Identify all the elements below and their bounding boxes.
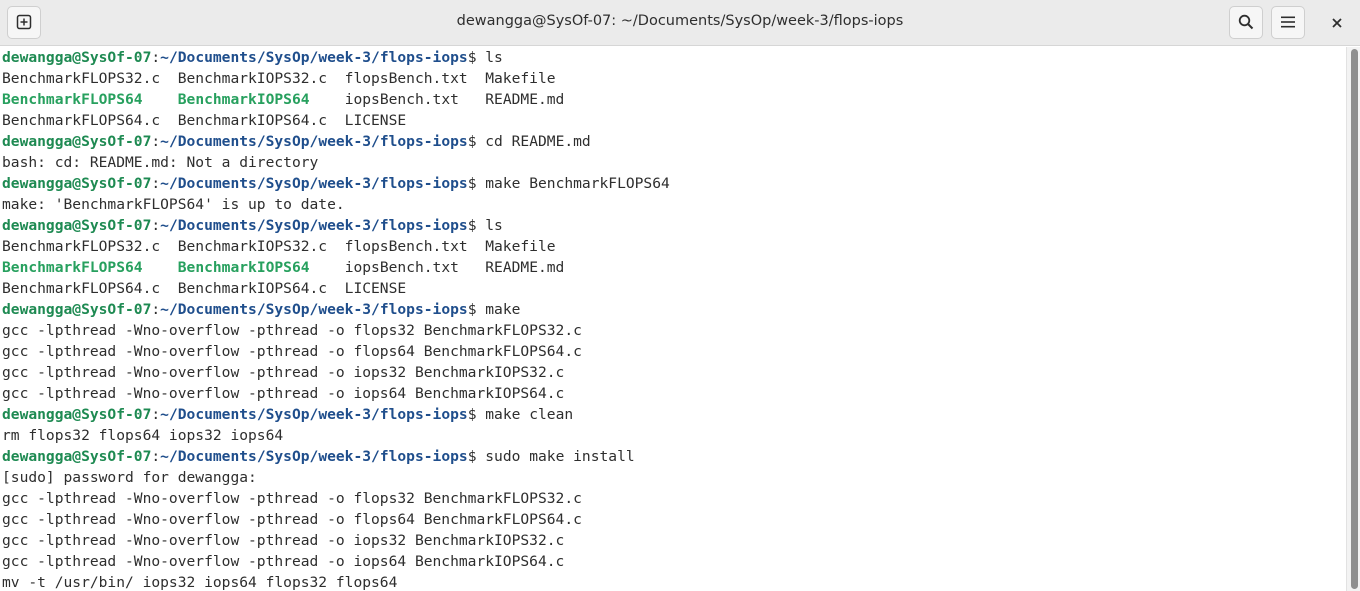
output-text: :: [151, 448, 161, 465]
output-text: $ ls: [467, 49, 503, 66]
prompt-path: ~/Documents/SysOp/week-3/flops-iops: [160, 301, 468, 318]
output-text: :: [151, 175, 161, 192]
output-text: $ sudo make install: [467, 448, 635, 465]
terminal-line: gcc -lpthread -Wno-overflow -pthread -o …: [0, 341, 1346, 362]
output-text: :: [151, 301, 161, 318]
output-text: bash: cd: README.md: Not a directory: [2, 154, 319, 171]
output-text: :: [151, 49, 161, 66]
prompt-path: ~/Documents/SysOp/week-3/flops-iops: [160, 49, 468, 66]
output-text: rm flops32 flops64 iops32 iops64: [2, 427, 284, 444]
terminal-line: mv -t /usr/bin/ iops32 iops64 flops32 fl…: [0, 572, 1346, 591]
terminal-line: gcc -lpthread -Wno-overflow -pthread -o …: [0, 320, 1346, 341]
terminal-line: gcc -lpthread -Wno-overflow -pthread -o …: [0, 383, 1346, 404]
output-text: BenchmarkFLOPS32.c BenchmarkIOPS32.c flo…: [2, 70, 556, 87]
prompt-path: ~/Documents/SysOp/week-3/flops-iops: [160, 133, 468, 150]
prompt-user-host: dewangga@SysOf-07: [2, 133, 152, 150]
output-text: $ make BenchmarkFLOPS64: [467, 175, 670, 192]
executable-filename: BenchmarkIOPS64: [177, 259, 310, 276]
prompt-path: ~/Documents/SysOp/week-3/flops-iops: [160, 217, 468, 234]
output-text: iopsBench.txt README.md: [309, 91, 565, 108]
terminal-line: [sudo] password for dewangga:: [0, 467, 1346, 488]
terminal-line: gcc -lpthread -Wno-overflow -pthread -o …: [0, 551, 1346, 572]
search-icon: [1238, 14, 1254, 30]
terminal-line: gcc -lpthread -Wno-overflow -pthread -o …: [0, 530, 1346, 551]
prompt-user-host: dewangga@SysOf-07: [2, 175, 152, 192]
output-text: $ cd README.md: [467, 133, 591, 150]
output-text: gcc -lpthread -Wno-overflow -pthread -o …: [2, 385, 565, 402]
terminal-line: dewangga@SysOf-07:~/Documents/SysOp/week…: [0, 47, 1346, 68]
terminal-line: BenchmarkFLOPS32.c BenchmarkIOPS32.c flo…: [0, 236, 1346, 257]
terminal-line: make: 'BenchmarkFLOPS64' is up to date.: [0, 194, 1346, 215]
terminal-line: dewangga@SysOf-07:~/Documents/SysOp/week…: [0, 404, 1346, 425]
output-text: BenchmarkFLOPS32.c BenchmarkIOPS32.c flo…: [2, 238, 556, 255]
terminal-line: dewangga@SysOf-07:~/Documents/SysOp/week…: [0, 215, 1346, 236]
output-text: gcc -lpthread -Wno-overflow -pthread -o …: [2, 364, 565, 381]
executable-filename: BenchmarkFLOPS64: [2, 91, 143, 108]
prompt-user-host: dewangga@SysOf-07: [2, 406, 152, 423]
terminal-line: bash: cd: README.md: Not a directory: [0, 152, 1346, 173]
window-title: dewangga@SysOf-07: ~/Documents/SysOp/wee…: [456, 13, 904, 29]
hamburger-menu-icon: [1281, 16, 1295, 28]
terminal-window: dewangga@SysOf-07: ~/Documents/SysOp/wee…: [0, 0, 1360, 591]
prompt-user-host: dewangga@SysOf-07: [2, 49, 152, 66]
prompt-path: ~/Documents/SysOp/week-3/flops-iops: [160, 406, 468, 423]
close-button[interactable]: [1321, 7, 1353, 39]
terminal-output[interactable]: dewangga@SysOf-07:~/Documents/SysOp/week…: [0, 47, 1346, 591]
executable-filename: BenchmarkIOPS64: [177, 91, 310, 108]
prompt-path: ~/Documents/SysOp/week-3/flops-iops: [160, 175, 468, 192]
prompt-user-host: dewangga@SysOf-07: [2, 448, 152, 465]
output-text: BenchmarkFLOPS64.c BenchmarkIOPS64.c LIC…: [2, 112, 407, 129]
terminal-line: BenchmarkFLOPS64.c BenchmarkIOPS64.c LIC…: [0, 110, 1346, 131]
output-text: [sudo] password for dewangga:: [2, 469, 257, 486]
output-text: gcc -lpthread -Wno-overflow -pthread -o …: [2, 553, 565, 570]
output-text: make: 'BenchmarkFLOPS64' is up to date.: [2, 196, 345, 213]
prompt-path: ~/Documents/SysOp/week-3/flops-iops: [160, 448, 468, 465]
output-text: gcc -lpthread -Wno-overflow -pthread -o …: [2, 490, 582, 507]
menu-button[interactable]: [1271, 6, 1305, 39]
output-text: mv -t /usr/bin/ iops32 iops64 flops32 fl…: [2, 574, 398, 591]
output-text: $ make clean: [467, 406, 574, 423]
output-text: BenchmarkFLOPS64.c BenchmarkIOPS64.c LIC…: [2, 280, 407, 297]
terminal-line: BenchmarkFLOPS64.c BenchmarkIOPS64.c LIC…: [0, 278, 1346, 299]
terminal-line: rm flops32 flops64 iops32 iops64: [0, 425, 1346, 446]
output-text: :: [151, 217, 161, 234]
terminal-line: gcc -lpthread -Wno-overflow -pthread -o …: [0, 488, 1346, 509]
terminal-line: gcc -lpthread -Wno-overflow -pthread -o …: [0, 509, 1346, 530]
scrollbar-thumb[interactable]: [1351, 49, 1358, 589]
output-text: iopsBench.txt README.md: [309, 259, 565, 276]
terminal-line: gcc -lpthread -Wno-overflow -pthread -o …: [0, 362, 1346, 383]
title-bar: dewangga@SysOf-07: ~/Documents/SysOp/wee…: [0, 0, 1360, 46]
close-icon: [1332, 18, 1342, 28]
output-text: :: [151, 406, 161, 423]
output-text: gcc -lpthread -Wno-overflow -pthread -o …: [2, 343, 582, 360]
output-text: gcc -lpthread -Wno-overflow -pthread -o …: [2, 511, 582, 528]
terminal-line: dewangga@SysOf-07:~/Documents/SysOp/week…: [0, 131, 1346, 152]
output-text: $ make: [467, 301, 521, 318]
output-text: $ ls: [467, 217, 503, 234]
terminal-line: BenchmarkFLOPS64 BenchmarkIOPS64 iopsBen…: [0, 257, 1346, 278]
search-button[interactable]: [1229, 6, 1263, 39]
terminal-line: dewangga@SysOf-07:~/Documents/SysOp/week…: [0, 299, 1346, 320]
output-text: gcc -lpthread -Wno-overflow -pthread -o …: [2, 532, 565, 549]
output-text: gcc -lpthread -Wno-overflow -pthread -o …: [2, 322, 582, 339]
vertical-scrollbar[interactable]: [1346, 47, 1360, 591]
executable-filename: BenchmarkFLOPS64: [2, 259, 143, 276]
terminal-line: BenchmarkFLOPS64 BenchmarkIOPS64 iopsBen…: [0, 89, 1346, 110]
prompt-user-host: dewangga@SysOf-07: [2, 217, 152, 234]
terminal-line: dewangga@SysOf-07:~/Documents/SysOp/week…: [0, 173, 1346, 194]
terminal-line: dewangga@SysOf-07:~/Documents/SysOp/week…: [0, 446, 1346, 467]
terminal-line: BenchmarkFLOPS32.c BenchmarkIOPS32.c flo…: [0, 68, 1346, 89]
prompt-user-host: dewangga@SysOf-07: [2, 301, 152, 318]
output-text: :: [151, 133, 161, 150]
